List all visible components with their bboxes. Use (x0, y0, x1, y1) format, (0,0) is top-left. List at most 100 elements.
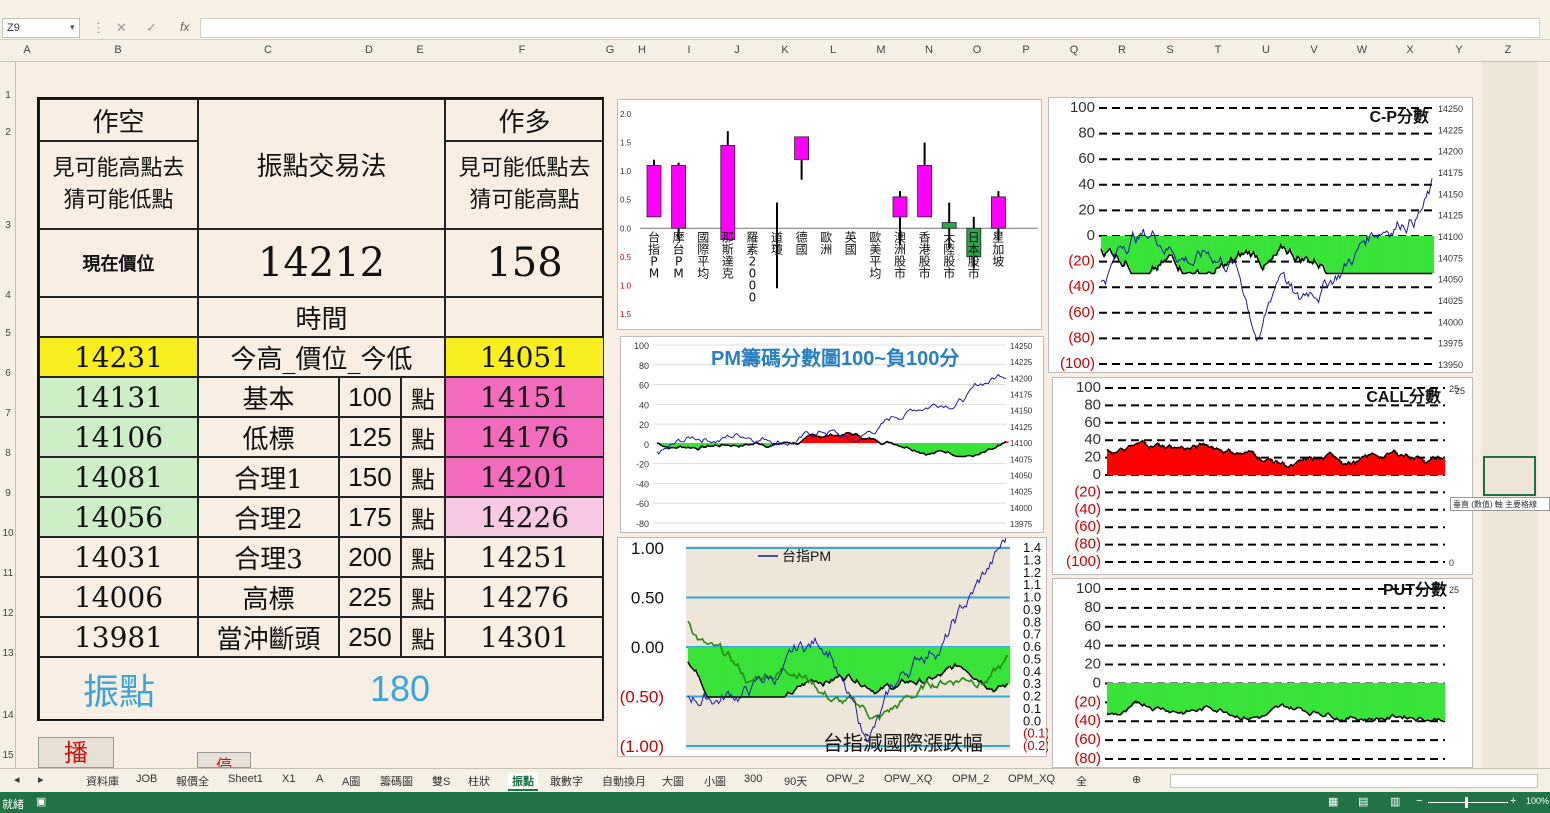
normal-view-icon[interactable]: ▦ (1328, 795, 1338, 808)
tab-OPW_XQ[interactable]: OPW_XQ (884, 773, 932, 785)
page-break-icon[interactable]: ▥ (1390, 795, 1400, 808)
tab-籌碼圖[interactable]: 籌碼圖 (380, 773, 413, 789)
y-tick: 80 (1084, 396, 1101, 413)
column-header[interactable]: L (823, 44, 843, 56)
row-header[interactable]: 9 (0, 488, 16, 499)
tab-OPM_XQ[interactable]: OPM_XQ (1008, 773, 1055, 785)
add-sheet-icon[interactable]: ⊕ (1132, 773, 1141, 786)
row-header[interactable]: 3 (0, 220, 16, 231)
long-desc: 見可能低點去猜可能高點 (445, 141, 604, 229)
tab-300[interactable]: 300 (744, 773, 762, 785)
tab-A[interactable]: A (316, 773, 323, 785)
name-box[interactable]: Z9 (2, 18, 80, 38)
column-header[interactable]: V (1304, 44, 1324, 56)
tab-報價全[interactable]: 報價全 (176, 773, 209, 789)
tab-A圖[interactable]: A圖 (342, 773, 360, 789)
tab-JOB[interactable]: JOB (136, 773, 157, 785)
column-header[interactable]: J (727, 44, 747, 56)
tab-Sheet1[interactable]: Sheet1 (228, 773, 263, 785)
column-header[interactable]: U (1256, 44, 1276, 56)
column-header[interactable]: E (410, 44, 430, 56)
active-cell[interactable] (1483, 456, 1536, 496)
tab-自動換月[interactable]: 自動換月 (602, 773, 646, 789)
column-header[interactable]: G (600, 44, 620, 56)
zoom-out-icon[interactable]: − (1416, 795, 1422, 807)
column-header[interactable]: I (679, 44, 699, 56)
column-header[interactable]: O (967, 44, 987, 56)
y-tick: 20 (1084, 656, 1101, 673)
zoom-slider[interactable] (1428, 802, 1508, 803)
horizontal-scrollbar[interactable] (1170, 774, 1538, 788)
tab-scroll-left-icon[interactable]: ◂ (14, 773, 20, 786)
row-header[interactable]: 7 (0, 408, 16, 419)
column-header[interactable]: T (1208, 44, 1228, 56)
candlestick-chart[interactable]: 2.0 1.5 1.0 0.5 0.0 0.5 1.0 1.5 台指 P M 摩台 P M 國際平均 那斯達克… (617, 99, 1042, 330)
page-layout-icon[interactable]: ▤ (1358, 795, 1368, 808)
column-header[interactable]: Y (1449, 44, 1469, 56)
row-header[interactable]: 1 (0, 90, 16, 101)
y-tick: 0.5 (620, 196, 632, 205)
fx-icon[interactable]: fx (180, 20, 189, 34)
row-header[interactable]: 5 (0, 328, 16, 339)
row-header[interactable]: 13 (0, 648, 16, 659)
call-score-chart[interactable]: 100 80 60 40 20 0 (20) (40) (60) (80) (100) 25 0 25 CA… (1052, 377, 1473, 575)
row-header[interactable]: 11 (0, 568, 16, 579)
column-header[interactable]: Q (1064, 44, 1084, 56)
tab-振點[interactable]: 振點 (508, 773, 538, 791)
column-header[interactable]: N (919, 44, 939, 56)
zoom-in-icon[interactable]: + (1510, 795, 1516, 807)
macro-icon[interactable]: ▣ (36, 795, 46, 808)
tab-資料庫[interactable]: 資料庫 (86, 773, 119, 789)
row-header[interactable]: 14 (0, 710, 16, 721)
row-header[interactable]: 2 (0, 127, 16, 138)
column-header[interactable]: W (1352, 44, 1372, 56)
column-header[interactable]: Z (1498, 44, 1518, 56)
row-header[interactable]: 8 (0, 448, 16, 459)
column-header[interactable]: F (512, 44, 532, 56)
y-tick: 1.00 (631, 539, 664, 558)
row-header[interactable]: 10 (0, 528, 16, 539)
column-header[interactable]: D (359, 44, 379, 56)
cancel-icon[interactable]: ✕ (116, 20, 127, 36)
play-button[interactable]: 播 (38, 737, 114, 768)
column-header[interactable]: H (632, 44, 652, 56)
level-points: 225 (339, 577, 401, 617)
tab-90天[interactable]: 90天 (784, 773, 807, 789)
tab-大圖[interactable]: 大圖 (662, 773, 684, 789)
row-header[interactable]: 15 (0, 750, 16, 761)
y-tick: -20 (636, 460, 649, 470)
tab-全[interactable]: 全 (1076, 773, 1087, 789)
row-header[interactable]: 6 (0, 368, 16, 379)
tab-OPW_2[interactable]: OPW_2 (826, 773, 865, 785)
column-header[interactable]: K (775, 44, 795, 56)
put-score-chart[interactable]: 100 80 60 40 20 0 (20) (40) (60) (80) 25 PUT分數 (1052, 578, 1473, 768)
time-label: 時間 (198, 297, 445, 337)
column-header[interactable]: X (1400, 44, 1420, 56)
column-header[interactable]: C (258, 44, 278, 56)
check-icon[interactable]: ✓ (146, 20, 157, 36)
pm-chip-score-chart[interactable]: 100 80 60 40 20 0 -20 -40 -60 -80 14250 14225 14200 1… (620, 336, 1044, 533)
row-header[interactable]: 4 (0, 290, 16, 301)
area-bar (1006, 441, 1009, 443)
tab-雙S[interactable]: 雙S (432, 773, 450, 789)
tab-scroll-right-icon[interactable]: ▸ (38, 773, 44, 786)
taiex-minus-intl-chart[interactable]: 1.00 0.50 0.00 (0.50) (1.00) 1.4 1.3 1.2 1.1 1.0 0… (617, 534, 1050, 757)
stop-button[interactable]: 停 (197, 752, 251, 768)
column-header[interactable]: B (108, 44, 128, 56)
column-header[interactable]: R (1112, 44, 1132, 56)
zoom-slider-thumb[interactable] (1465, 797, 1468, 808)
tab-小圖[interactable]: 小圖 (704, 773, 726, 789)
chevron-down-icon[interactable]: ▾ (70, 22, 75, 33)
zoom-level[interactable]: 100% (1526, 796, 1549, 806)
tab-X1[interactable]: X1 (282, 773, 295, 785)
row-header[interactable]: 12 (0, 608, 16, 619)
tab-柱狀[interactable]: 柱狀 (468, 773, 490, 789)
tab-敢數字[interactable]: 敢數字 (550, 773, 583, 789)
column-header[interactable]: S (1160, 44, 1180, 56)
column-header[interactable]: M (871, 44, 891, 56)
column-header[interactable]: P (1016, 44, 1036, 56)
column-header[interactable]: A (17, 44, 37, 56)
formula-input[interactable] (200, 18, 1540, 38)
cp-score-chart[interactable]: 100 80 60 40 20 0 (20) (40) (60) (80) (100) 14250 14… (1048, 97, 1473, 373)
tab-OPM_2[interactable]: OPM_2 (952, 773, 989, 785)
